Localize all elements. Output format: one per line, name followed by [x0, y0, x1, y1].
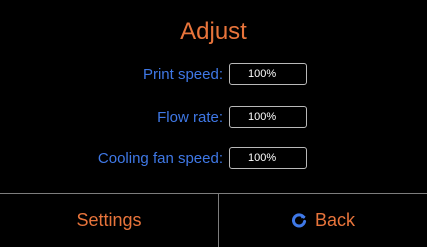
flow-rate-field[interactable]: 100% [229, 106, 307, 128]
back-button[interactable]: Back [219, 194, 427, 246]
flow-rate-label: Flow rate: [157, 109, 223, 126]
flow-rate-row: Flow rate: 100% [0, 106, 427, 130]
refresh-icon [291, 212, 307, 228]
cooling-fan-speed-row: Cooling fan speed: 100% [0, 147, 427, 171]
adjust-screen: Adjust Print speed: 100% Flow rate: 100%… [0, 0, 427, 247]
print-speed-row: Print speed: 100% [0, 63, 427, 87]
page-title: Adjust [180, 18, 247, 45]
cooling-fan-speed-field[interactable]: 100% [229, 147, 307, 169]
settings-button-label: Settings [76, 209, 142, 230]
bottom-bar: Settings Back [0, 193, 427, 247]
print-speed-label: Print speed: [142, 66, 223, 83]
print-speed-field[interactable]: 100% [229, 63, 307, 85]
back-button-label: Back [314, 209, 356, 230]
cooling-fan-speed-label: Cooling fan speed: [97, 150, 223, 167]
settings-button[interactable]: Settings [0, 194, 218, 246]
